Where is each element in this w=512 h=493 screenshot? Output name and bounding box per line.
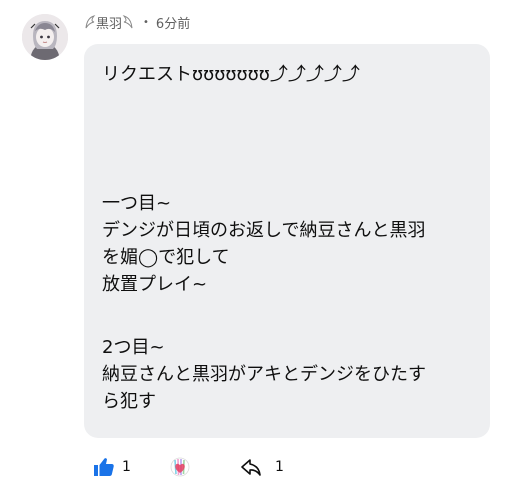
- thumbs-up-icon: [94, 458, 114, 476]
- like-count: 1: [122, 459, 131, 475]
- comment-timestamp[interactable]: 6分前: [156, 13, 190, 32]
- comment-line: ら犯す: [102, 391, 156, 412]
- comment-line: 一つ目~: [102, 193, 172, 214]
- reply-button[interactable]: 1: [238, 452, 284, 482]
- meta-separator: •: [143, 16, 149, 28]
- comment-header: 黒羽 • 6分前: [84, 12, 190, 32]
- comment-line: 2つ目~: [102, 337, 165, 358]
- avatar[interactable]: [22, 14, 68, 60]
- like-button[interactable]: 1: [92, 452, 131, 482]
- reply-arrow-icon: [241, 459, 261, 476]
- creator-heart-icon: [170, 457, 190, 477]
- creator-heart[interactable]: [168, 452, 192, 482]
- comment-line: を媚◯で犯して: [102, 247, 230, 268]
- reply-count: 1: [275, 459, 284, 475]
- wing-left-icon: [85, 15, 96, 29]
- comment-line: リクエストʊʊʊʊʊʊʊ⤴⤴⤴⤴⤴: [102, 64, 360, 85]
- author-name[interactable]: 黒羽: [96, 13, 122, 32]
- comment-line: デンジが日頃のお返しで納豆さんと黒羽: [102, 220, 426, 241]
- comment-line: 放置プレイ~: [102, 274, 208, 295]
- comment-bubble: リクエストʊʊʊʊʊʊʊ⤴⤴⤴⤴⤴ 一つ目~ デンジが日頃のお返しで納豆さんと黒…: [84, 44, 490, 438]
- wing-right-icon: [122, 15, 133, 29]
- comment-line: 納豆さんと黒羽がアキとデンジをひたす: [102, 364, 426, 385]
- comment-actions: 1 1: [92, 452, 492, 482]
- avatar-image: [22, 14, 68, 60]
